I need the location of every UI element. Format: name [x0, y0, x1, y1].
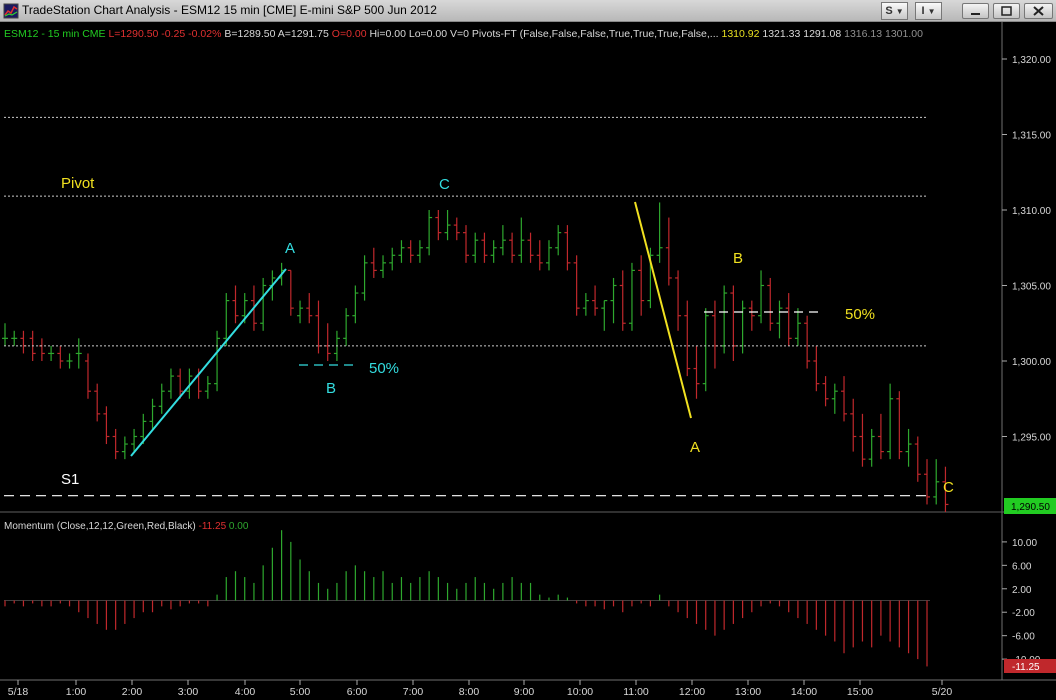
price-tick-label: 1,310.00 — [1012, 206, 1051, 217]
symbol-menu-label: S — [885, 5, 893, 17]
momentum-tick-label: 10.00 — [1012, 538, 1037, 549]
price-tick-label: 1,300.00 — [1012, 357, 1051, 368]
status-field: Lo=0.00 — [406, 28, 447, 40]
time-tick-label: 13:00 — [735, 686, 761, 698]
pivot-label: Pivot — [61, 175, 95, 192]
status-field: Hi=0.00 — [367, 28, 407, 40]
time-tick-label: 15:00 — [847, 686, 873, 698]
price-tick-label: 1,320.00 — [1012, 55, 1051, 66]
minimize-button[interactable] — [962, 3, 989, 19]
momentum-tick-label: 2.00 — [1012, 585, 1032, 596]
status-field: ESM12 - 15 min CME — [4, 28, 106, 40]
time-tick-label: 7:00 — [403, 686, 424, 698]
price-tick-label: 1,295.00 — [1012, 433, 1051, 444]
time-tick-label: 5/20 — [932, 686, 953, 698]
indicator-field: Momentum (Close,12,12,Green,Red,Black) — [4, 521, 196, 532]
time-tick-label: 9:00 — [514, 686, 535, 698]
status-field: L=1290.50 — [106, 28, 159, 40]
minimize-icon — [971, 13, 980, 15]
indicator-menu-button[interactable]: I ▼ — [915, 2, 942, 20]
last-price-text: 1,290.50 — [1011, 502, 1050, 513]
time-tick-label: 2:00 — [122, 686, 143, 698]
status-field: V=0 — [447, 28, 469, 40]
status-field: A=1291.75 — [275, 28, 329, 40]
time-tick-label: 10:00 — [567, 686, 593, 698]
status-field: B=1289.50 — [221, 28, 275, 40]
indicator-field: -11.25 — [196, 521, 227, 532]
chevron-down-icon: ▼ — [895, 7, 904, 16]
yellow-wave-b-label: B — [733, 250, 743, 267]
chevron-down-icon: ▼ — [927, 7, 936, 16]
indicator-legend: Momentum (Close,12,12,Green,Red,Black) -… — [4, 521, 249, 532]
chart-area[interactable]: 1,320.00 1,315.00 1,310.00 1,305.00 1,300.00… — [0, 22, 1056, 700]
title-bar: TradeStation Chart Analysis - ESM12 15 m… — [0, 0, 1056, 22]
status-field: O=0.00 — [329, 28, 367, 40]
chart-background — [0, 22, 1056, 700]
momentum-tick-label: -2.00 — [1012, 608, 1035, 619]
time-tick-label: 1:00 — [66, 686, 87, 698]
close-button[interactable] — [1024, 3, 1053, 19]
momentum-value-text: -11.25 — [1012, 662, 1040, 673]
time-tick-label: 14:00 — [791, 686, 817, 698]
status-field: 1301.00 — [882, 28, 923, 40]
indicator-menu-label: I — [921, 5, 925, 17]
time-tick-label: 3:00 — [178, 686, 199, 698]
indicator-field: 0.00 — [226, 521, 249, 532]
price-tick-label: 1,305.00 — [1012, 282, 1051, 293]
status-line: ESM12 - 15 min CME L=1290.50 -0.25 -0.02… — [4, 28, 923, 40]
tradestation-app-icon — [3, 3, 19, 19]
time-tick-label: 8:00 — [459, 686, 480, 698]
time-tick-label: 6:00 — [347, 686, 368, 698]
close-icon — [1033, 6, 1044, 16]
momentum-tick-label: 6.00 — [1012, 561, 1032, 572]
status-field: 1291.08 — [800, 28, 841, 40]
time-tick-label: 12:00 — [679, 686, 705, 698]
status-field: 1310.92 — [719, 28, 760, 40]
time-tick-label: 11:00 — [623, 686, 649, 698]
maximize-icon — [1001, 6, 1012, 16]
time-tick-label: 5:00 — [290, 686, 311, 698]
symbol-menu-button[interactable]: S ▼ — [881, 2, 908, 20]
s1-label: S1 — [61, 471, 79, 488]
cyan-wave-a-label: A — [285, 240, 295, 257]
status-field: -0.25 — [158, 28, 185, 40]
momentum-tick-label: -6.00 — [1012, 632, 1035, 643]
cyan-fib-50-label: 50% — [369, 360, 399, 377]
yellow-wave-a-label: A — [690, 439, 700, 456]
status-field: -0.02% — [185, 28, 221, 40]
status-field: Pivots-FT (False,False,False,True,True,T… — [469, 28, 719, 40]
price-tick-label: 1,315.00 — [1012, 131, 1051, 142]
cyan-wave-c-label: C — [439, 176, 450, 193]
status-field: 1321.33 — [759, 28, 800, 40]
time-tick-label: 5/18 — [8, 686, 29, 698]
cyan-wave-b-label: B — [326, 380, 336, 397]
yellow-wave-c-label: C — [943, 479, 954, 496]
status-field: 1316.13 — [841, 28, 882, 40]
window-title: TradeStation Chart Analysis - ESM12 15 m… — [22, 3, 437, 17]
maximize-button[interactable] — [993, 3, 1020, 19]
yellow-fib-50-label: 50% — [845, 306, 875, 323]
time-tick-label: 4:00 — [235, 686, 256, 698]
